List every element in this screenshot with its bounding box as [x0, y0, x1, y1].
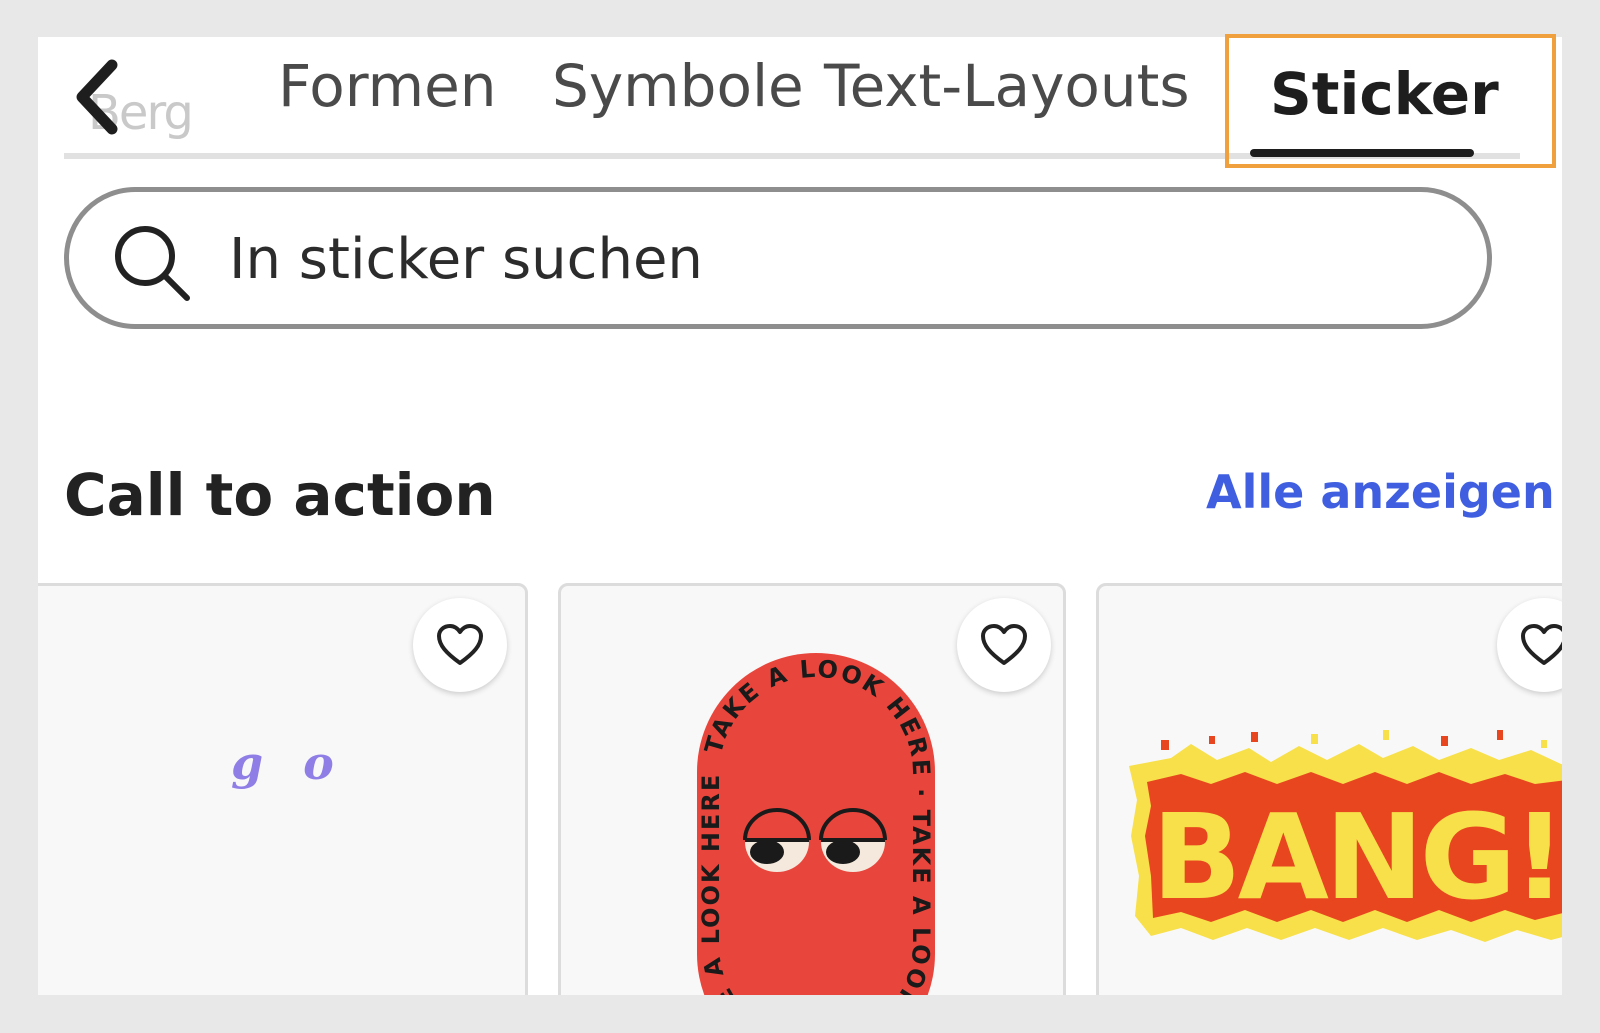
active-tab-indicator — [1250, 149, 1474, 157]
sticker-bang-text: BANG! — [1152, 788, 1562, 926]
chevron-left-icon — [76, 59, 118, 135]
sticker-panel: Berg Formen Symbole Text-Layouts Sticker… — [38, 37, 1562, 995]
tab-sticker[interactable]: Sticker — [1270, 59, 1499, 129]
sticker-card-bang[interactable]: BANG! — [1096, 583, 1562, 995]
heart-outline-icon — [1521, 624, 1562, 665]
sticker-card-take-a-look[interactable]: TAKE A LOOK HERE · TAKE A LOOK HERE · TA… — [558, 583, 1066, 995]
sticker-bang-art: BANG! — [1129, 730, 1562, 942]
tab-text-layouts[interactable]: Text-Layouts — [824, 51, 1190, 121]
sticker-card-go[interactable]: g o — [38, 583, 528, 995]
heart-outline-icon — [437, 624, 483, 665]
favorite-button[interactable] — [957, 598, 1051, 692]
search-bar[interactable] — [64, 187, 1492, 329]
sticker-take-a-look-art: TAKE A LOOK HERE · TAKE A LOOK HERE · TA… — [691, 644, 935, 995]
tab-formen[interactable]: Formen — [278, 51, 497, 121]
heart-outline-icon — [981, 624, 1027, 665]
tab-bar: Berg Formen Symbole Text-Layouts Sticker — [38, 37, 1562, 167]
search-icon — [115, 226, 190, 301]
search-input[interactable] — [229, 214, 1409, 304]
favorite-button[interactable] — [413, 598, 507, 692]
favorite-button[interactable] — [1497, 598, 1562, 692]
tab-symbole[interactable]: Symbole — [552, 51, 804, 121]
back-button[interactable]: Berg — [64, 57, 194, 141]
sticker-go-art: g o — [231, 736, 346, 790]
see-all-link[interactable]: Alle anzeigen — [1206, 465, 1555, 519]
section-title: Call to action — [64, 461, 496, 529]
